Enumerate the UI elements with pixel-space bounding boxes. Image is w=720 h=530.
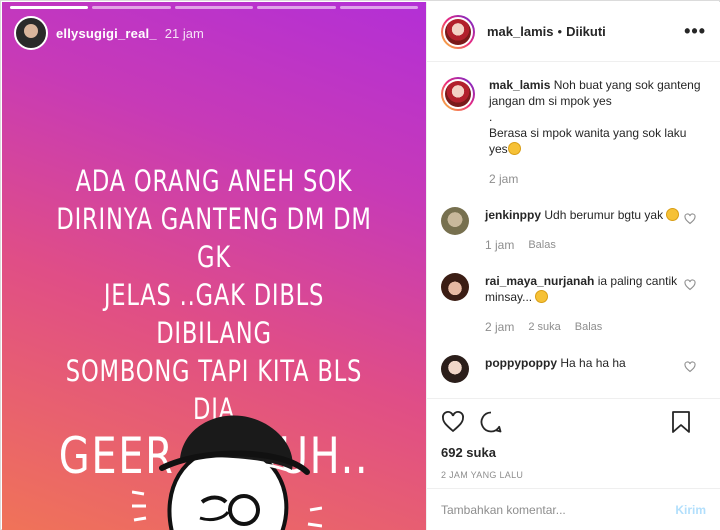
- comment-text: Ha ha ha ha: [560, 356, 626, 370]
- story-progress: [10, 6, 419, 9]
- commenter-username[interactable]: jenkinppy: [485, 208, 541, 222]
- follow-status[interactable]: Diikuti: [566, 24, 606, 39]
- commenter-username[interactable]: rai_maya_nurjanah: [485, 274, 594, 288]
- post-header: mak_lamis • Diikuti •••: [427, 2, 720, 62]
- commenter-avatar[interactable]: [441, 273, 469, 301]
- story-time: 21 jam: [164, 25, 204, 41]
- comment-bubble-icon[interactable]: [479, 410, 503, 434]
- story-text-line: ADA ORANG ANEH SOK: [75, 164, 353, 198]
- comment-time[interactable]: 1 jam: [485, 237, 514, 253]
- save-bookmark-icon[interactable]: [670, 410, 692, 434]
- comment-item: rai_maya_nurjanah ia paling cantik minsa…: [441, 273, 706, 335]
- laugh-emoji-icon: [666, 208, 680, 221]
- comment-time[interactable]: 2 jam: [485, 319, 514, 335]
- caption-line: .: [489, 110, 493, 124]
- story-image[interactable]: ellysugigi_real_ 21 jam ADA ORANG ANEH S…: [2, 2, 426, 530]
- like-comment-heart-icon[interactable]: [684, 361, 696, 373]
- post-actions: 692 suka 2 JAM YANG LALU: [427, 398, 720, 490]
- like-heart-icon[interactable]: [441, 410, 465, 434]
- like-comment-heart-icon[interactable]: [684, 213, 696, 225]
- story-avatar[interactable]: [14, 16, 48, 50]
- comment-text: Udh berumur bgtu yak: [544, 208, 664, 222]
- story-text-line: JELAS ..GAK DIBLS DIBILANG: [103, 278, 325, 350]
- commenter-avatar[interactable]: [441, 355, 469, 383]
- caption: mak_lamis Noh buat yang sok ganteng jang…: [441, 77, 706, 187]
- add-comment-bar: Kirim: [427, 488, 720, 530]
- commenter-username[interactable]: poppypoppy: [485, 356, 557, 370]
- comment-item: jenkinppy Udh berumur bgtu yak 1 jam Bal…: [441, 207, 706, 253]
- smile-emoji-icon: [507, 142, 521, 155]
- comment-input[interactable]: [441, 502, 676, 517]
- more-options-icon[interactable]: •••: [684, 21, 706, 42]
- story-username[interactable]: ellysugigi_real_: [56, 26, 157, 41]
- like-comment-heart-icon[interactable]: [684, 279, 696, 291]
- like-count[interactable]: 692 suka: [441, 445, 706, 460]
- comment-like-count[interactable]: 2 suka: [528, 319, 560, 335]
- reply-button[interactable]: Balas: [575, 319, 603, 335]
- post-comment-button[interactable]: Kirim: [675, 503, 706, 517]
- cartoon-sticker: [132, 415, 322, 530]
- caption-avatar[interactable]: [441, 77, 475, 111]
- story-header: ellysugigi_real_ 21 jam: [14, 16, 204, 50]
- header-separator: •: [557, 24, 563, 39]
- reply-button[interactable]: Balas: [528, 237, 556, 253]
- caption-time[interactable]: 2 jam: [489, 171, 518, 187]
- author-avatar[interactable]: [441, 14, 475, 49]
- comment-item: poppypoppy Ha ha ha ha: [441, 355, 706, 383]
- instagram-post-window: ellysugigi_real_ 21 jam ADA ORANG ANEH S…: [0, 0, 720, 530]
- comments-list[interactable]: mak_lamis Noh buat yang sok ganteng jang…: [427, 63, 720, 398]
- grin-emoji-icon: [535, 290, 549, 303]
- caption-username[interactable]: mak_lamis: [489, 78, 550, 92]
- author-username[interactable]: mak_lamis: [487, 24, 554, 39]
- post-timestamp[interactable]: 2 JAM YANG LALU: [441, 470, 706, 480]
- commenter-avatar[interactable]: [441, 207, 469, 235]
- post-side-panel: mak_lamis • Diikuti ••• mak_lamis Noh bu…: [426, 2, 720, 530]
- story-text-line: DIRINYA GANTENG DM DM GK: [56, 202, 372, 274]
